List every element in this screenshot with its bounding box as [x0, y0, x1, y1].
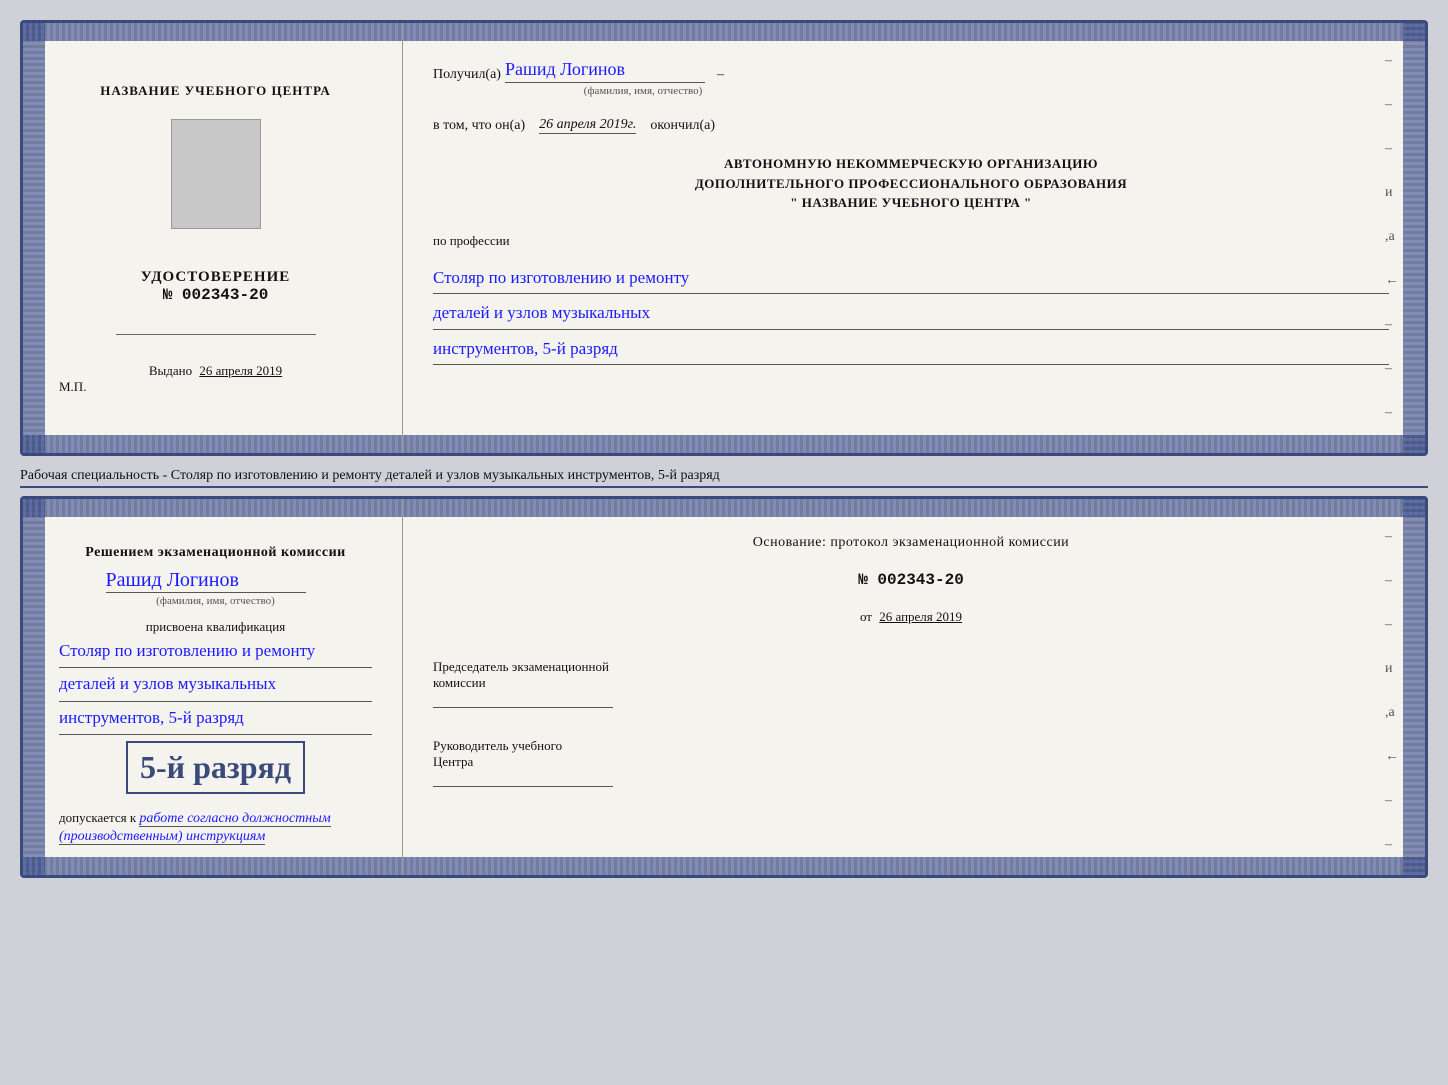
r-dash1: –: [1385, 529, 1399, 545]
dash1: –: [1385, 53, 1399, 69]
dash5: –: [1385, 361, 1399, 377]
mp-label: М.П.: [59, 379, 86, 395]
nomer-protokol: № 002343-20: [433, 571, 1389, 589]
fio-label-1: (фамилия, имя, отчество): [533, 85, 753, 97]
dopuskaetsya-hw2: (производственным) инструкциям: [59, 829, 265, 845]
card1-right: – – – и ,а ← – – – Получил(а) Рашид Логи…: [403, 23, 1425, 453]
photo-placeholder: [171, 119, 261, 229]
r-dash5: –: [1385, 837, 1399, 853]
vydano-date: 26 апреля 2019: [199, 363, 282, 378]
predsedatel-sig-line: [433, 707, 613, 708]
r-dash-a: ,а: [1385, 705, 1399, 721]
ot-label: от: [860, 609, 872, 624]
vydano-label: Выдано: [149, 363, 192, 378]
org-line3: " НАЗВАНИЕ УЧЕБНОГО ЦЕНТРА ": [433, 193, 1389, 213]
profession-line3: инструментов, 5-й разряд: [433, 334, 1389, 366]
org-block: АВТОНОМНУЮ НЕКОММЕРЧЕСКУЮ ОРГАНИЗАЦИЮ ДО…: [433, 154, 1389, 213]
card1: НАЗВАНИЕ УЧЕБНОГО ЦЕНТРА УДОСТОВЕРЕНИЕ №…: [20, 20, 1428, 456]
card2-right: – – – и ,а ← – – – Основание: протокол э…: [403, 499, 1425, 875]
udostoverenie-title: УДОСТОВЕРЕНИЕ: [141, 269, 291, 286]
r-dash3: –: [1385, 617, 1399, 633]
vtom-date: 26 апреля 2019г.: [539, 117, 636, 134]
card1-left: НАЗВАНИЕ УЧЕБНОГО ЦЕНТРА УДОСТОВЕРЕНИЕ №…: [23, 23, 403, 453]
poluchil-block: Получил(а) Рашид Логинов – (фамилия, имя…: [433, 59, 1389, 97]
r-dash4: –: [1385, 793, 1399, 809]
rukovoditel-sig-line: [433, 786, 613, 787]
qualification-block: Столяр по изготовлению и ремонту деталей…: [59, 635, 372, 735]
fio-label-2: (фамилия, имя, отчество): [106, 595, 326, 607]
r-dash-arrow: ←: [1385, 749, 1399, 765]
person-name-block: Рашид Логинов (фамилия, имя, отчество): [106, 569, 326, 607]
specialty-label: Рабочая специальность - Столяр по изгото…: [20, 464, 1428, 488]
predsedatel-label: Председатель экзаменационной: [433, 659, 1389, 675]
profession-line1: Столяр по изготовлению и ремонту: [433, 263, 1389, 295]
ot-row: от 26 апреля 2019: [433, 609, 1389, 625]
po-professii: по профессии: [433, 233, 1389, 249]
dopuskaetsya-label: допускается к: [59, 810, 136, 825]
dopuskaetsya-row2: (производственным) инструкциям: [59, 827, 372, 845]
dash-arrow: ←: [1385, 273, 1399, 289]
qual-line3: инструментов, 5-й разряд: [59, 702, 372, 735]
dash2: –: [1385, 97, 1399, 113]
dopuskaetsya-hw: работе согласно должностным: [139, 811, 330, 827]
rukovoditel-label: Руководитель учебного: [433, 738, 1389, 754]
dash-a: ,а: [1385, 229, 1399, 245]
dash-i: и: [1385, 185, 1399, 201]
dash4: –: [1385, 317, 1399, 333]
org-line1: АВТОНОМНУЮ НЕКОММЕРЧЕСКУЮ ОРГАНИЗАЦИЮ: [433, 154, 1389, 174]
profession-line2: деталей и узлов музыкальных: [433, 298, 1389, 330]
rukovoditel-block: Руководитель учебного Центра: [433, 738, 1389, 787]
r-dash-i: и: [1385, 661, 1399, 677]
rukovoditel-label2: Центра: [433, 754, 1389, 770]
qual-line1: Столяр по изготовлению и ремонту: [59, 635, 372, 668]
person-name: Рашид Логинов: [106, 569, 306, 593]
dopuskaetsya-row: допускается к работе согласно должностны…: [59, 810, 372, 827]
poluchil-label: Получил(а): [433, 67, 501, 83]
org-line2: ДОПОЛНИТЕЛЬНОГО ПРОФЕССИОНАЛЬНОГО ОБРАЗО…: [433, 174, 1389, 194]
page-wrapper: НАЗВАНИЕ УЧЕБНОГО ЦЕНТРА УДОСТОВЕРЕНИЕ №…: [20, 20, 1428, 878]
qual-line2: деталей и узлов музыкальных: [59, 668, 372, 701]
predsedatel-label2: комиссии: [433, 675, 1389, 691]
profession-block: Столяр по изготовлению и ремонту деталей…: [433, 259, 1389, 366]
nomer: № 002343-20: [163, 286, 269, 304]
resheniem-block: Решением экзаменационной комиссии: [85, 545, 345, 561]
vtom-label: в том, что он(а): [433, 118, 525, 134]
card1-center-title: НАЗВАНИЕ УЧЕБНОГО ЦЕНТРА: [100, 83, 331, 99]
prisvoena-label: присвоена квалификация: [146, 619, 285, 635]
razryad-big-text: 5-й разряд: [140, 749, 291, 785]
vtom-row: в том, что он(а) 26 апреля 2019г. окончи…: [433, 117, 1389, 134]
osnovanie-block: Основание: протокол экзаменационной коми…: [433, 535, 1389, 551]
okonchil-label: окончил(а): [650, 118, 715, 134]
razryad-box: 5-й разряд: [126, 741, 305, 794]
card2: Решением экзаменационной комиссии Рашид …: [20, 496, 1428, 878]
ot-date: 26 апреля 2019: [879, 609, 962, 624]
poluchil-name: Рашид Логинов: [505, 59, 705, 83]
vydano-row: Выдано 26 апреля 2019: [149, 363, 282, 379]
dash3: –: [1385, 141, 1399, 157]
dash-after-name: –: [717, 67, 724, 83]
r-dash2: –: [1385, 573, 1399, 589]
dash6: –: [1385, 405, 1399, 421]
poluchil-row: Получил(а) Рашид Логинов –: [433, 59, 1389, 83]
predsedatel-block: Председатель экзаменационной комиссии: [433, 659, 1389, 708]
card2-left: Решением экзаменационной комиссии Рашид …: [23, 499, 403, 875]
